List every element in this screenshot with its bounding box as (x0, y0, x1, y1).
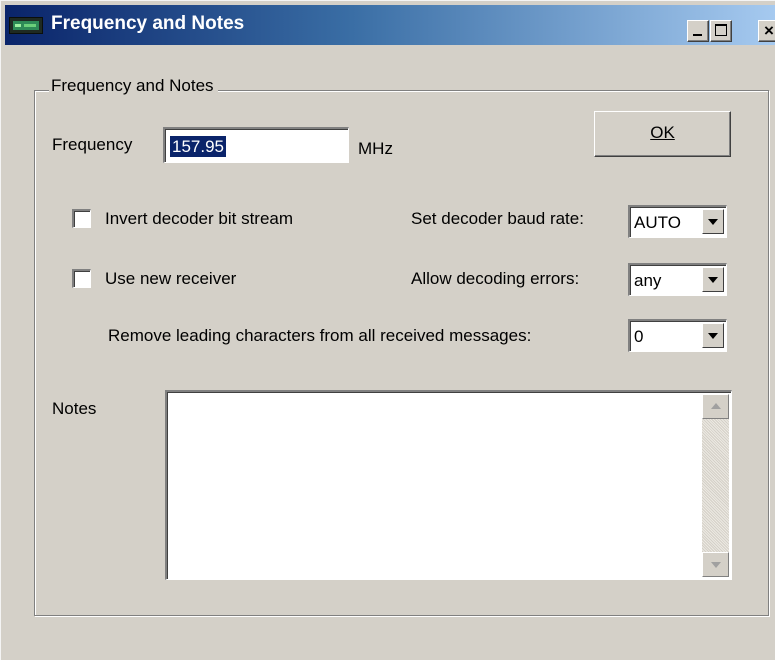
scroll-up-icon[interactable] (702, 394, 729, 419)
notes-label: Notes (52, 399, 97, 418)
frequency-unit: MHz (358, 139, 393, 158)
ok-button[interactable]: OK (594, 111, 731, 157)
baud-rate-label: Set decoder baud rate: (411, 209, 584, 228)
use-new-receiver-checkbox[interactable] (72, 269, 91, 288)
frequency-value: 157.95 (170, 136, 226, 157)
decoding-errors-label: Allow decoding errors: (411, 269, 580, 288)
frequency-input[interactable]: 157.95 (163, 127, 349, 163)
ok-button-label: OK (650, 123, 675, 142)
group-legend: Frequency and Notes (49, 76, 218, 96)
invert-decoder-label[interactable]: Invert decoder bit stream (105, 209, 293, 229)
chevron-down-icon[interactable] (702, 323, 724, 348)
title-bar[interactable]: Frequency and Notes × (5, 5, 775, 45)
notes-scrollbar[interactable] (702, 394, 729, 577)
close-button[interactable]: × (758, 20, 775, 42)
maximize-button[interactable] (710, 20, 732, 42)
use-new-receiver-label[interactable]: Use new receiver (105, 269, 236, 289)
decoding-errors-select[interactable]: any (628, 263, 727, 296)
baud-rate-select[interactable]: AUTO (628, 205, 727, 238)
remove-leading-label: Remove leading characters from all recei… (108, 326, 532, 345)
close-icon: × (764, 21, 774, 40)
minimize-button[interactable] (687, 20, 709, 42)
frequency-label: Frequency (52, 135, 133, 154)
invert-decoder-checkbox[interactable] (72, 209, 91, 228)
window-title: Frequency and Notes (51, 13, 245, 34)
baud-rate-value: AUTO (634, 213, 681, 232)
notes-textarea[interactable] (165, 390, 732, 580)
chevron-down-icon[interactable] (702, 267, 724, 292)
radio-scanner-icon (9, 17, 43, 34)
dialog-window: Frequency and Notes × Frequency and Note… (0, 0, 775, 660)
scroll-down-icon[interactable] (702, 552, 729, 577)
decoding-errors-value: any (634, 271, 662, 290)
chevron-down-icon[interactable] (702, 209, 724, 234)
remove-leading-value: 0 (634, 327, 644, 346)
remove-leading-select[interactable]: 0 (628, 319, 727, 352)
